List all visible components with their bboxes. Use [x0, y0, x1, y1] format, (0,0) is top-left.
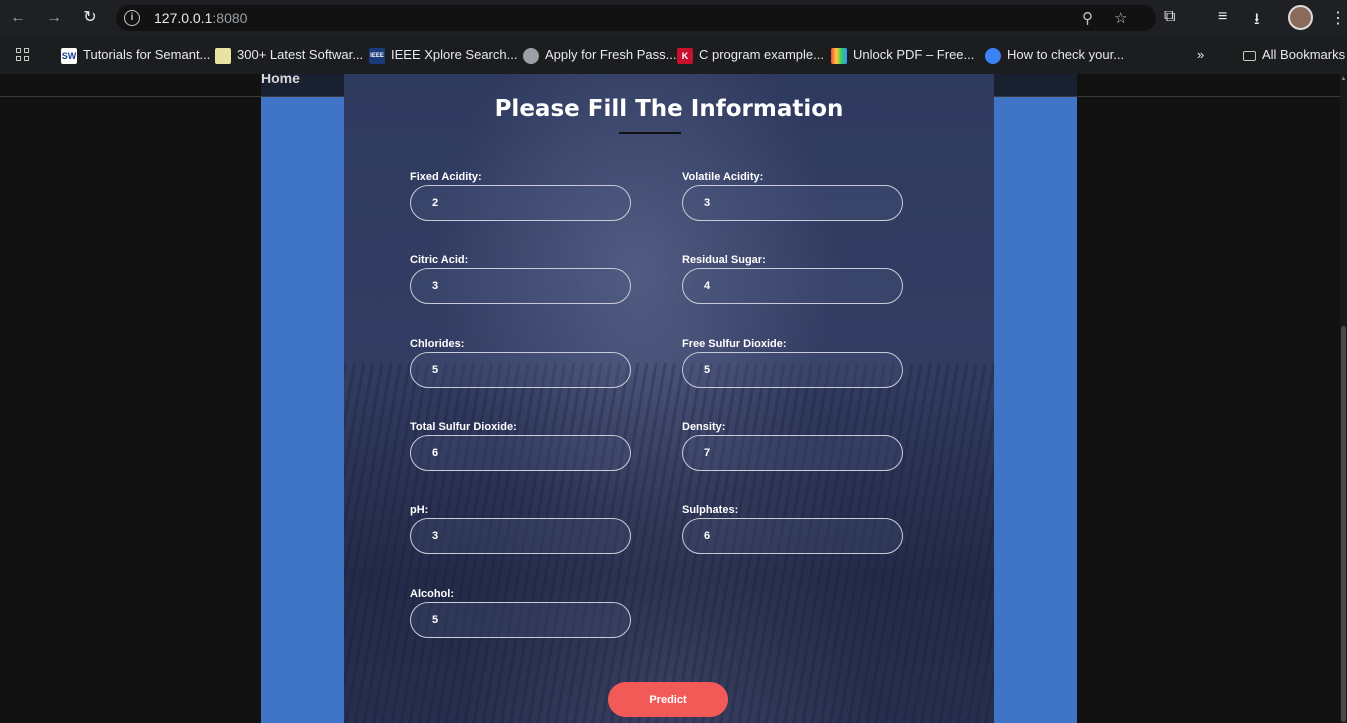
extensions-icon[interactable]: ⧉ [1164, 8, 1175, 26]
citric-acid-label: Citric Acid: [410, 254, 469, 266]
bookmark-item[interactable]: Apply for Fresh Pass... [523, 47, 677, 64]
globe-icon [523, 47, 539, 64]
bookmark-item[interactable]: How to check your... [985, 47, 1124, 64]
media-control-icon[interactable]: ≡ [1218, 8, 1227, 26]
bookmark-label: Apply for Fresh Pass... [545, 47, 677, 62]
alcohol-label: Alcohol: [410, 588, 454, 600]
fixed-acidity-label: Fixed Acidity: [410, 171, 482, 183]
url-text[interactable]: 127.0.0.1:8080 [154, 10, 247, 26]
ph-input[interactable] [410, 518, 631, 554]
bookmark-label: How to check your... [1007, 47, 1125, 62]
alcohol-input[interactable] [410, 602, 631, 638]
ph-label: pH: [410, 504, 429, 516]
ieee-icon: IEEE [369, 47, 385, 64]
fixed-acidity-input[interactable] [410, 185, 631, 221]
url-host: 127.0.0.1 [154, 10, 213, 26]
menu-kebab-icon[interactable]: ⋮ [1330, 8, 1346, 28]
residual-sugar-label: Residual Sugar: [682, 254, 766, 266]
bookmark-label: Unlock PDF – Free... [853, 47, 975, 62]
download-icon[interactable]: ⭳ [1254, 8, 1260, 35]
site-icon [985, 47, 1001, 64]
predict-button[interactable]: Predict [608, 682, 728, 717]
apps-grid-icon[interactable] [16, 48, 30, 62]
browser-toolbar: ← → ↻ i 127.0.0.1:8080 ⚲ ☆ ⧉ ≡ ⭳ ⋮ [0, 0, 1347, 36]
scroll-up-arrow-icon[interactable]: ▲ [1340, 76, 1347, 82]
page-viewport: Home Please Fill The Information Fixed A… [0, 74, 1340, 723]
bookmark-item[interactable]: 300+ Latest Softwar... [215, 47, 363, 64]
volatile-acidity-label: Volatile Acidity: [682, 171, 764, 183]
density-input[interactable] [682, 435, 903, 471]
forward-icon[interactable]: → [44, 8, 64, 28]
bookmark-label: Tutorials for Semant... [83, 47, 211, 62]
title-underline [619, 132, 681, 134]
citric-acid-input[interactable] [410, 268, 631, 304]
nav-home-link[interactable]: Home [261, 74, 300, 86]
prediction-form: Please Fill The Information Fixed Acidit… [344, 74, 994, 723]
bookmark-label: C program example... [699, 47, 824, 62]
sulphates-input[interactable] [682, 518, 903, 554]
site-info-icon[interactable]: i [124, 10, 140, 26]
profile-avatar[interactable] [1288, 5, 1313, 30]
total-sulfur-dioxide-input[interactable] [410, 435, 631, 471]
sulphates-label: Sulphates: [682, 504, 739, 516]
back-icon[interactable]: ← [8, 8, 28, 28]
pdf-icon [831, 47, 847, 64]
residual-sugar-input[interactable] [682, 268, 903, 304]
free-sulfur-dioxide-input[interactable] [682, 352, 903, 388]
address-bar[interactable]: i 127.0.0.1:8080 ⚲ ☆ [116, 5, 1156, 31]
k-site-icon: K [677, 47, 693, 64]
total-sulfur-dioxide-label: Total Sulfur Dioxide: [410, 421, 517, 433]
free-sulfur-dioxide-label: Free Sulfur Dioxide: [682, 338, 787, 350]
bookmark-label: 300+ Latest Softwar... [237, 47, 364, 62]
zoom-icon[interactable]: ⚲ [1082, 9, 1093, 27]
all-bookmarks-label: All Bookmarks [1262, 47, 1346, 62]
bookmark-item[interactable]: Unlock PDF – Free... [831, 47, 974, 64]
bookmark-label: IEEE Xplore Search... [391, 47, 518, 62]
more-bookmarks-button[interactable]: » [1197, 47, 1204, 62]
density-label: Density: [682, 421, 726, 433]
sw-site-icon: SW [61, 47, 77, 64]
volatile-acidity-input[interactable] [682, 185, 903, 221]
bookmark-item[interactable]: IEEE IEEE Xplore Search... [369, 47, 517, 64]
chlorides-label: Chlorides: [410, 338, 465, 350]
bookmark-item[interactable]: SW Tutorials for Semant... [61, 47, 210, 64]
folder-icon [1243, 50, 1256, 61]
url-port: :8080 [212, 10, 248, 26]
software-icon [215, 47, 231, 64]
scrollbar-thumb[interactable] [1341, 326, 1346, 722]
bookmarks-bar: SW Tutorials for Semant... 300+ Latest So… [0, 36, 1347, 74]
bookmark-item[interactable]: K C program example... [677, 47, 824, 64]
chlorides-input[interactable] [410, 352, 631, 388]
page-title: Please Fill The Information [494, 96, 844, 122]
all-bookmarks-button[interactable]: All Bookmarks [1243, 47, 1345, 62]
reload-icon[interactable]: ↻ [80, 8, 100, 28]
bookmark-star-icon[interactable]: ☆ [1114, 9, 1127, 27]
